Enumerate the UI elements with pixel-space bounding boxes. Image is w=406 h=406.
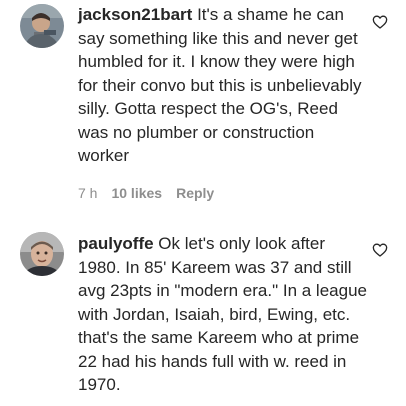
comment-item: jackson21bart It's a shame he can say so…: [0, 0, 406, 215]
avatar[interactable]: [20, 232, 64, 276]
heart-outline-icon[interactable]: [372, 14, 388, 30]
avatar-photo-icon: [20, 232, 64, 276]
comment-time: 7 h: [78, 185, 98, 201]
comment-body: paulyoffe Ok let's only look after 1980.…: [78, 232, 368, 397]
avatar[interactable]: [20, 4, 64, 48]
comment-text: Ok let's only look after 1980. In 85' Ka…: [78, 234, 367, 394]
comment-body: jackson21bart It's a shame he can say so…: [78, 3, 368, 168]
likes-count[interactable]: 10 likes: [111, 185, 162, 201]
reply-button[interactable]: Reply: [176, 185, 214, 201]
heart-outline-icon[interactable]: [372, 242, 388, 258]
comment-meta: 7 h 10 likes Reply: [78, 185, 214, 201]
comment-username[interactable]: paulyoffe: [78, 234, 154, 253]
comment-item: paulyoffe Ok let's only look after 1980.…: [0, 215, 406, 406]
comment-username[interactable]: jackson21bart: [78, 5, 192, 24]
comment-text: It's a shame he can say something like t…: [78, 5, 362, 165]
avatar-photo-icon: [20, 4, 64, 48]
